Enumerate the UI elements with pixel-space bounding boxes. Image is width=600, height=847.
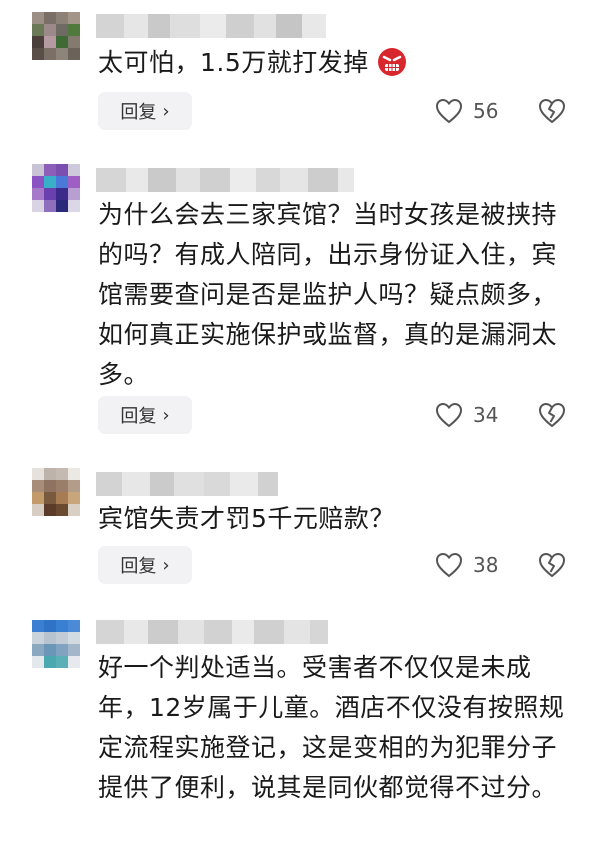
broken-heart-icon xyxy=(538,98,566,124)
username-blurred[interactable] xyxy=(96,14,326,38)
chevron-right-icon: › xyxy=(162,100,170,122)
dislike-button[interactable] xyxy=(538,546,566,584)
username-blurred[interactable] xyxy=(96,168,354,192)
dislike-button[interactable] xyxy=(538,92,566,130)
avatar[interactable] xyxy=(32,12,80,60)
reply-label: 回复 xyxy=(120,556,157,577)
comment-text: 宾馆失责才罚5千元赔款？ xyxy=(98,504,395,533)
angry-face-emoji xyxy=(378,48,407,76)
like-count: 56 xyxy=(473,99,499,123)
heart-outline-icon xyxy=(435,402,463,428)
reply-label: 回复 xyxy=(120,102,157,123)
avatar[interactable] xyxy=(32,468,80,516)
reply-label: 回复 xyxy=(120,406,157,427)
like-button[interactable]: 34 xyxy=(435,396,498,434)
dislike-button[interactable] xyxy=(538,396,566,434)
avatar[interactable] xyxy=(32,164,80,212)
username-blurred[interactable] xyxy=(96,472,278,496)
like-count: 34 xyxy=(473,403,499,427)
heart-outline-icon xyxy=(435,552,463,578)
comment-text: 为什么会去三家宾馆？当时女孩是被挟持的吗？有成人陪同，出示身份证入住，宾馆需要查… xyxy=(98,200,558,389)
username-blurred[interactable] xyxy=(96,620,328,644)
comment-text: 好一个判处适当。受害者不仅仅是未成年，12岁属于儿童。酒店不仅没有按照规定流程实… xyxy=(98,653,565,802)
heart-outline-icon xyxy=(435,98,463,124)
reply-button[interactable]: 回复 › xyxy=(98,92,192,130)
comment-text: 太可怕，1.5万就打发掉 xyxy=(98,43,568,83)
reply-button[interactable]: 回复 › xyxy=(98,396,192,434)
broken-heart-icon xyxy=(538,402,566,428)
reply-button[interactable]: 回复 › xyxy=(98,546,192,584)
chevron-right-icon: › xyxy=(162,554,170,576)
like-button[interactable]: 38 xyxy=(435,546,498,584)
like-count: 38 xyxy=(473,553,499,577)
chevron-right-icon: › xyxy=(162,404,170,426)
like-button[interactable]: 56 xyxy=(435,92,498,130)
broken-heart-icon xyxy=(538,552,566,578)
avatar[interactable] xyxy=(32,620,80,668)
